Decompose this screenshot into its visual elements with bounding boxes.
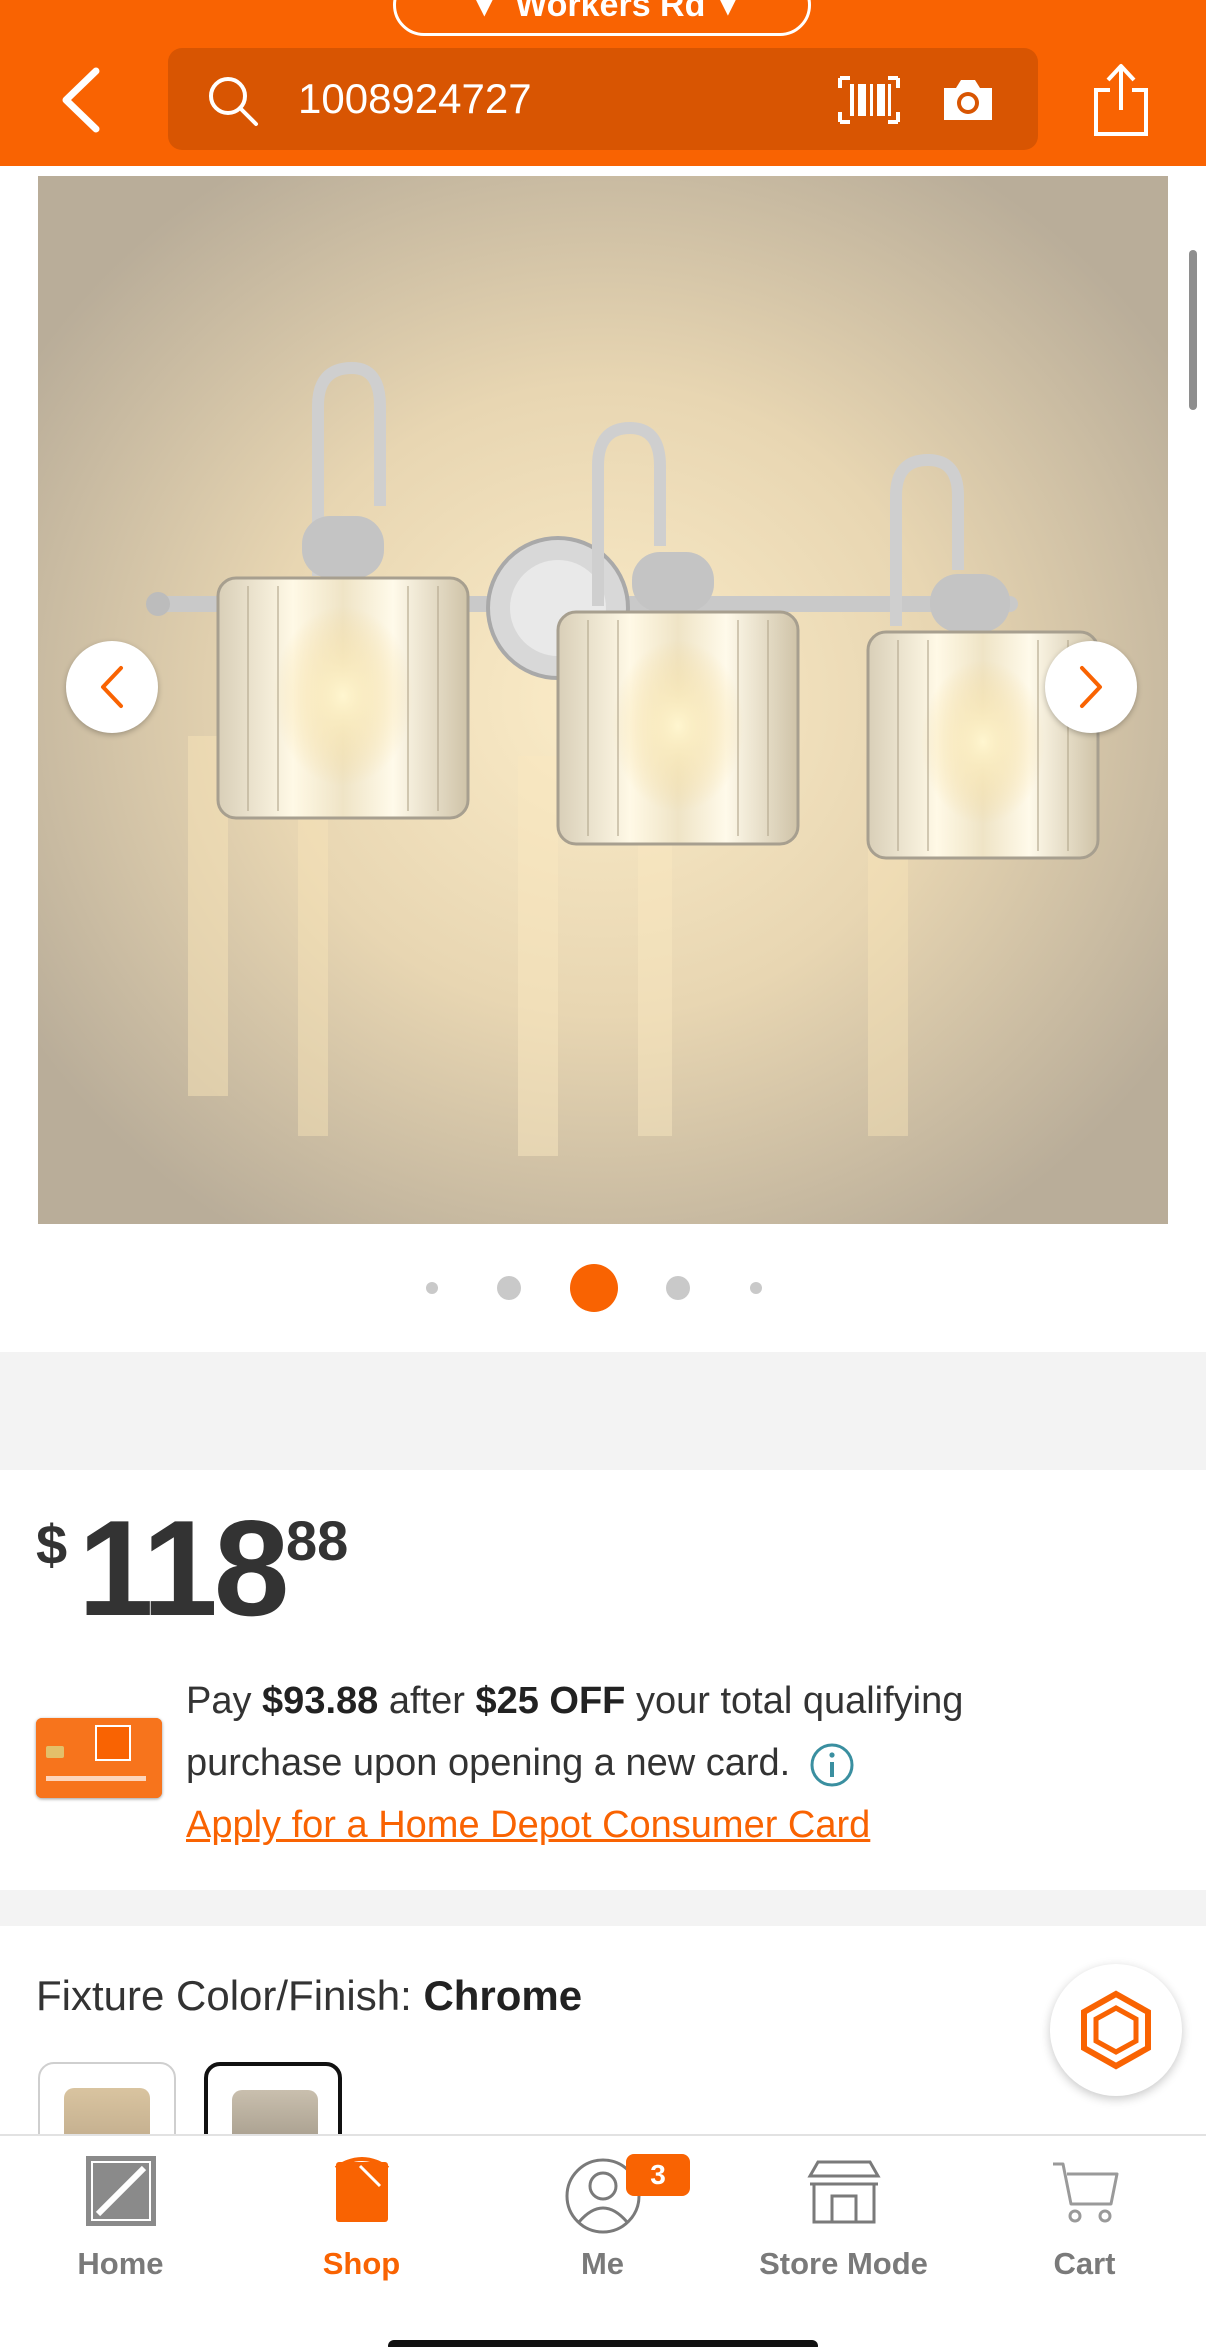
page-dot-active[interactable] xyxy=(570,1264,618,1312)
store-name: Workers Rd xyxy=(515,0,706,24)
chevron-down-icon: ▾ xyxy=(719,0,737,24)
chevron-left-icon xyxy=(101,666,123,708)
home-depot-logo-icon xyxy=(85,2156,156,2226)
info-icon[interactable] xyxy=(809,1742,855,1788)
price-cents: 88 xyxy=(286,1509,349,1572)
me-notification-badge: 3 xyxy=(626,2154,690,2196)
price-currency: $ xyxy=(36,1513,68,1576)
chat-assistant-button[interactable] xyxy=(1050,1964,1182,2096)
store-selector[interactable]: ▼ Workers Rd ▾ xyxy=(393,0,811,36)
page-dot[interactable] xyxy=(497,1276,521,1300)
nav-me-label: Me xyxy=(580,2246,625,2281)
nav-shop-label: Shop xyxy=(322,2246,401,2281)
store-icon xyxy=(806,2160,881,2224)
fixture-selected-value: Chrome xyxy=(423,1972,583,2019)
page-dot[interactable] xyxy=(666,1276,690,1300)
offer-suffix: your total qualifying xyxy=(635,1680,964,1722)
credit-card-image xyxy=(36,1718,162,1798)
card-offer-text: Pay $93.88 after $25 OFF your total qual… xyxy=(186,1676,963,1726)
search-icon xyxy=(209,77,258,126)
nav-home[interactable]: Home xyxy=(0,2136,241,2286)
back-button[interactable] xyxy=(50,62,110,138)
nav-cart[interactable]: Cart xyxy=(964,2136,1205,2286)
home-indicator[interactable] xyxy=(388,2340,818,2347)
price-dollars: 118 xyxy=(78,1492,289,1644)
app-header: ▼ Workers Rd ▾ 1008924727 xyxy=(0,0,1206,166)
section-divider xyxy=(0,1890,1206,1926)
search-input[interactable]: 1008924727 xyxy=(298,70,798,128)
chevron-right-icon xyxy=(1080,666,1102,708)
offer-discount: $25 OFF xyxy=(475,1680,626,1722)
nav-store-mode-label: Store Mode xyxy=(759,2246,928,2281)
section-divider xyxy=(0,1352,1206,1470)
cart-icon xyxy=(1052,2162,1118,2223)
fixture-color-label: Fixture Color/Finish: Chrome xyxy=(36,1972,582,2020)
offer-line2: purchase upon opening a new card. xyxy=(186,1742,791,1784)
nav-home-label: Home xyxy=(77,2246,164,2281)
page-dot[interactable] xyxy=(426,1282,438,1294)
gallery-next-button[interactable] xyxy=(1045,641,1137,733)
search-bar[interactable]: 1008924727 xyxy=(168,48,1038,150)
card-offer-text-line2: purchase upon opening a new card. xyxy=(186,1738,855,1788)
bottom-navigation: Home Shop Me Store Mode Cart xyxy=(0,2134,1206,2347)
offer-pay-prefix: Pay xyxy=(186,1680,252,1722)
fixture-label-text: Fixture Color/Finish: xyxy=(36,1972,412,2019)
barcode-scanner-icon[interactable] xyxy=(836,74,902,126)
bucket-icon xyxy=(334,2157,389,2222)
offer-after-text: after xyxy=(388,1680,465,1722)
hexagon-logo-icon xyxy=(1081,1990,1151,2070)
gallery-pagination xyxy=(0,1264,1206,1312)
chevron-left-icon xyxy=(62,67,100,133)
product-image[interactable] xyxy=(38,176,1168,1224)
apply-card-link[interactable]: Apply for a Home Depot Consumer Card xyxy=(186,1800,870,1850)
offer-pay-amount: $93.88 xyxy=(262,1680,379,1722)
camera-icon[interactable] xyxy=(940,74,996,124)
vanity-light-photo xyxy=(38,176,1168,1224)
share-icon[interactable] xyxy=(1090,60,1152,140)
nav-cart-label: Cart xyxy=(1053,2246,1116,2281)
location-pin-icon: ▼ xyxy=(467,0,502,24)
page-scrollbar[interactable] xyxy=(1189,250,1197,410)
nav-shop[interactable]: Shop xyxy=(241,2136,482,2286)
gallery-prev-button[interactable] xyxy=(66,641,158,733)
nav-store-mode[interactable]: Store Mode xyxy=(723,2136,964,2286)
page-dot[interactable] xyxy=(750,1282,762,1294)
